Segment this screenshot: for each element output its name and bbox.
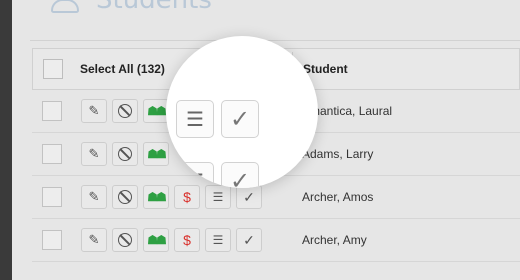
- group-icon: ☗☗: [147, 233, 166, 247]
- block-icon: [118, 233, 132, 247]
- block-button[interactable]: [112, 185, 138, 209]
- row-checkbox[interactable]: [42, 101, 62, 121]
- check-icon: ✓: [229, 167, 251, 189]
- student-name[interactable]: Archer, Amos: [302, 190, 373, 204]
- group-button[interactable]: ☗☗: [143, 228, 169, 252]
- list-button[interactable]: ☰: [205, 228, 231, 252]
- list-icon: ☰: [212, 190, 224, 204]
- select-all-label: Select All (132): [80, 62, 165, 76]
- edit-button[interactable]: ✎: [81, 99, 107, 123]
- edit-button[interactable]: ✎: [81, 228, 107, 252]
- row-checkbox[interactable]: [42, 187, 62, 207]
- group-icon: ☗☗: [147, 104, 166, 118]
- dollar-icon: $: [183, 232, 191, 248]
- fee-button[interactable]: $: [174, 228, 200, 252]
- user-icon: [48, 0, 82, 15]
- pencil-icon: ✎: [88, 146, 100, 161]
- student-name[interactable]: Adams, Larry: [302, 147, 373, 161]
- list-button[interactable]: ☰: [176, 162, 214, 188]
- list-icon: ☰: [186, 108, 204, 131]
- row-checkbox[interactable]: [42, 230, 62, 250]
- group-icon: ☗☗: [147, 147, 166, 161]
- block-button[interactable]: [112, 99, 138, 123]
- row-checkbox[interactable]: [42, 144, 62, 164]
- check-button[interactable]: ✓: [221, 100, 259, 138]
- pencil-icon: ✎: [88, 103, 100, 118]
- table-row: ✎ ☗☗ $ ☰ ✓ Archer, Amy: [32, 219, 520, 262]
- block-icon: [118, 147, 132, 161]
- block-button[interactable]: [112, 142, 138, 166]
- left-sidebar-edge: [0, 0, 12, 280]
- group-button[interactable]: ☗☗: [143, 142, 169, 166]
- page-title: Students: [96, 0, 212, 15]
- list-button[interactable]: ☰: [176, 100, 214, 138]
- list-icon: ☰: [212, 233, 224, 247]
- check-icon: ✓: [243, 188, 255, 205]
- list-button[interactable]: ☰: [205, 185, 231, 209]
- pencil-icon: ✎: [88, 189, 100, 204]
- block-icon: [118, 104, 132, 118]
- group-button[interactable]: ☗☗: [143, 185, 169, 209]
- pencil-icon: ✎: [88, 232, 100, 247]
- magnifier-overlay: ☰ ✓ ☰ ✓: [166, 36, 318, 188]
- edit-button[interactable]: ✎: [81, 185, 107, 209]
- dollar-icon: $: [183, 189, 191, 205]
- edit-button[interactable]: ✎: [81, 142, 107, 166]
- page-header: Students: [48, 0, 212, 15]
- select-all-checkbox[interactable]: [43, 59, 63, 79]
- list-icon: ☰: [186, 170, 204, 189]
- block-icon: [118, 190, 132, 204]
- group-icon: ☗☗: [147, 190, 166, 204]
- fee-button[interactable]: $: [174, 185, 200, 209]
- check-icon: ✓: [243, 231, 255, 248]
- check-button[interactable]: ✓: [236, 228, 262, 252]
- check-icon: ✓: [229, 105, 251, 133]
- header-divider: [30, 40, 520, 41]
- check-button[interactable]: ✓: [236, 185, 262, 209]
- check-button[interactable]: ✓: [221, 162, 259, 188]
- student-name[interactable]: Archer, Amy: [302, 233, 367, 247]
- block-button[interactable]: [112, 228, 138, 252]
- student-column-header[interactable]: Student: [303, 62, 348, 76]
- table-row: ✎ ☗☗ $ ☰ ✓ Archer, Amos: [32, 176, 520, 219]
